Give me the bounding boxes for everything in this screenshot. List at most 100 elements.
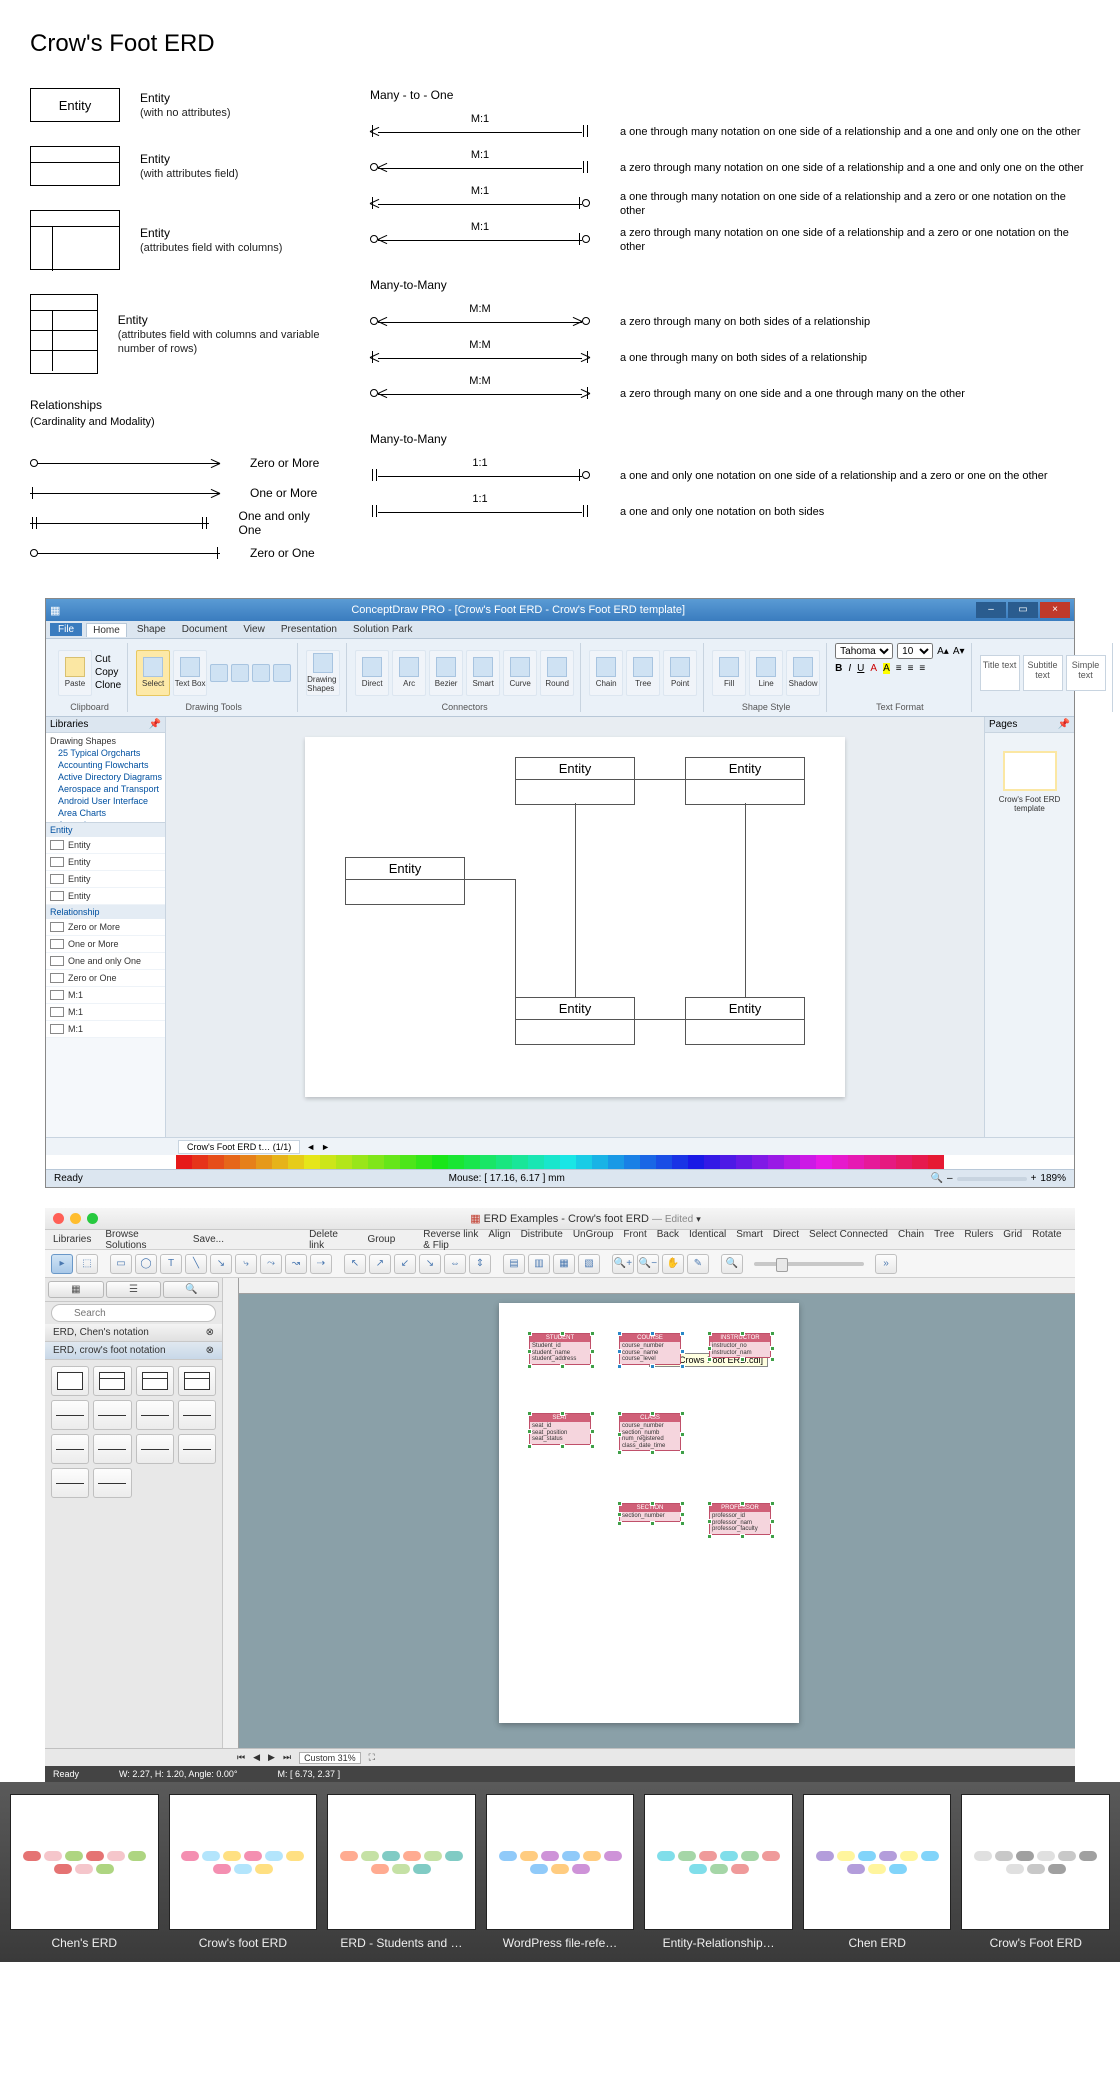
align-center-icon[interactable]: ≡	[908, 663, 914, 674]
connector-tool[interactable]: ⤷	[235, 1254, 257, 1274]
menu-grid[interactable]: Grid	[1003, 1229, 1022, 1240]
shape-rel[interactable]	[178, 1434, 216, 1464]
menu-back[interactable]: Back	[657, 1229, 679, 1240]
zoom-fit-icon[interactable]: 🔍	[721, 1254, 743, 1274]
menu-distribute[interactable]: Distribute	[521, 1229, 563, 1240]
lib-rel-item[interactable]: M:1	[46, 1021, 165, 1038]
canvas-entity[interactable]: Entity	[515, 997, 635, 1045]
gallery-item[interactable]: Crow's Foot ERD	[961, 1794, 1110, 1950]
highlight-button[interactable]: A	[883, 663, 890, 674]
menu-smart[interactable]: Smart	[736, 1229, 763, 1240]
shape-rel[interactable]	[178, 1400, 216, 1430]
connector-point[interactable]: Point	[663, 650, 697, 696]
connector-round[interactable]: Round	[540, 650, 574, 696]
drawing-page[interactable]: Entity Entity Entity Entity Entity	[305, 737, 845, 1097]
menu-rulers[interactable]: Rulers	[964, 1229, 993, 1240]
window-maximize-button[interactable]: ▭	[1008, 602, 1038, 618]
fontsize-select[interactable]: 10	[897, 643, 933, 659]
draw-tool-icon[interactable]	[273, 664, 291, 682]
erd-entity-class[interactable]: CLASScourse_numbersection_numbnum_regist…	[619, 1413, 681, 1451]
font-grow-icon[interactable]: A▴	[937, 646, 949, 657]
italic-button[interactable]: I	[848, 663, 851, 674]
lib-rel-item[interactable]: One or More	[46, 936, 165, 953]
menu-reverse-link[interactable]: Reverse link	[423, 1229, 478, 1240]
menu-file[interactable]: File	[50, 623, 82, 636]
connector-curve[interactable]: Curve	[503, 650, 537, 696]
arrow-tool[interactable]: ↙	[394, 1254, 416, 1274]
libtab-crowsfoot[interactable]: ERD, crow's foot notation⊗	[45, 1342, 222, 1360]
lib-entity-item[interactable]: Entity	[46, 854, 165, 871]
distribute-tool[interactable]: ⇔	[444, 1254, 466, 1274]
erd-entity-instructor[interactable]: INSTRUCTORinstructor_noinstructor_nam	[709, 1333, 771, 1358]
simple-text-button[interactable]: Simple text	[1066, 655, 1106, 691]
lib-rel-item[interactable]: M:1	[46, 987, 165, 1004]
mac-minimize-button[interactable]	[70, 1213, 81, 1224]
shape-rel[interactable]	[93, 1468, 131, 1498]
library-tree[interactable]: Drawing Shapes 25 Typical OrgchartsAccou…	[46, 733, 165, 823]
shape-tool[interactable]: ▭	[110, 1254, 132, 1274]
more-tools-icon[interactable]: »	[875, 1254, 897, 1274]
gallery-item[interactable]: Crow's foot ERD	[169, 1794, 318, 1950]
shape-tool[interactable]: ◯	[135, 1254, 157, 1274]
menu-solution-park[interactable]: Solution Park	[347, 623, 418, 636]
menu-home[interactable]: Home	[86, 623, 127, 637]
text-tool[interactable]: T	[160, 1254, 182, 1274]
menu-front[interactable]: Front	[623, 1229, 646, 1240]
mac-close-button[interactable]	[53, 1213, 64, 1224]
align-right-icon[interactable]: ≡	[919, 663, 925, 674]
zoom-in-icon[interactable]: 🔍+	[612, 1254, 634, 1274]
zoom-slider[interactable]	[754, 1262, 864, 1266]
canvas-entity[interactable]: Entity	[685, 997, 805, 1045]
first-page-icon[interactable]: ⏮	[237, 1752, 245, 1763]
connector-arc[interactable]: Arc	[392, 650, 426, 696]
shape-rel[interactable]	[51, 1400, 89, 1430]
shape-entity[interactable]	[136, 1366, 174, 1396]
arrow-tool[interactable]: ↘	[419, 1254, 441, 1274]
last-page-icon[interactable]: ⏭	[283, 1752, 291, 1763]
align-left-icon[interactable]: ≡	[896, 663, 902, 674]
zoom-out-icon[interactable]: 🔍−	[637, 1254, 659, 1274]
connector-tool[interactable]: ⤳	[260, 1254, 282, 1274]
shape-entity[interactable]	[93, 1366, 131, 1396]
font-shrink-icon[interactable]: A▾	[953, 646, 965, 657]
shape-entity[interactable]	[51, 1366, 89, 1396]
lib-rel-item[interactable]: Zero or More	[46, 919, 165, 936]
canvas-entity[interactable]: Entity	[345, 857, 465, 905]
connector-tree[interactable]: Tree	[626, 650, 660, 696]
canvas-entity[interactable]: Entity	[685, 757, 805, 805]
menu-ungroup[interactable]: UnGroup	[573, 1229, 614, 1240]
mac-zoom-button[interactable]	[87, 1213, 98, 1224]
subtitle-text-button[interactable]: Subtitle text	[1023, 655, 1063, 691]
draw-tool-icon[interactable]	[210, 664, 228, 682]
arrow-tool[interactable]: ↖	[344, 1254, 366, 1274]
menu-group[interactable]: Group	[368, 1234, 396, 1245]
view-grid-button[interactable]: ▦	[48, 1281, 104, 1298]
panel-pin-icon[interactable]: 📌	[149, 719, 161, 730]
align-tool[interactable]: ▥	[528, 1254, 550, 1274]
draw-tool-icon[interactable]	[252, 664, 270, 682]
canvas-area[interactable]: Entity Entity Entity Entity Entity	[166, 717, 984, 1137]
prev-page-icon[interactable]: ◄	[306, 1142, 315, 1152]
menu-shape[interactable]: Shape	[131, 623, 172, 636]
canvas-entity[interactable]: Entity	[515, 757, 635, 805]
gallery-item[interactable]: WordPress file-refe…	[486, 1794, 635, 1950]
prev-page-icon[interactable]: ◀	[253, 1752, 260, 1763]
erd-entity-professor[interactable]: PROFESSORprofessor_idprofessor_namprofes…	[709, 1503, 771, 1535]
shape-rel[interactable]	[136, 1400, 174, 1430]
zoom-tool-icon[interactable]: 🔍	[931, 1173, 943, 1184]
connector-direct[interactable]: Direct	[355, 650, 389, 696]
align-tool[interactable]: ▤	[503, 1254, 525, 1274]
connector-smart[interactable]: Smart	[466, 650, 500, 696]
zoom-slider[interactable]	[957, 1177, 1027, 1181]
draw-tool-icon[interactable]	[231, 664, 249, 682]
connector-tool[interactable]: ↘	[210, 1254, 232, 1274]
arrow-tool[interactable]: ↗	[369, 1254, 391, 1274]
menu-identical[interactable]: Identical	[689, 1229, 726, 1240]
shape-rel[interactable]	[93, 1434, 131, 1464]
hand-tool[interactable]: ✋	[662, 1254, 684, 1274]
gallery-item[interactable]: Chen ERD	[803, 1794, 952, 1950]
doc-tab[interactable]: Crow's Foot ERD t… (1/1)	[178, 1140, 300, 1154]
style-line[interactable]: Line	[749, 650, 783, 696]
lib-rel-item[interactable]: M:1	[46, 1004, 165, 1021]
menu-direct[interactable]: Direct	[773, 1229, 799, 1240]
